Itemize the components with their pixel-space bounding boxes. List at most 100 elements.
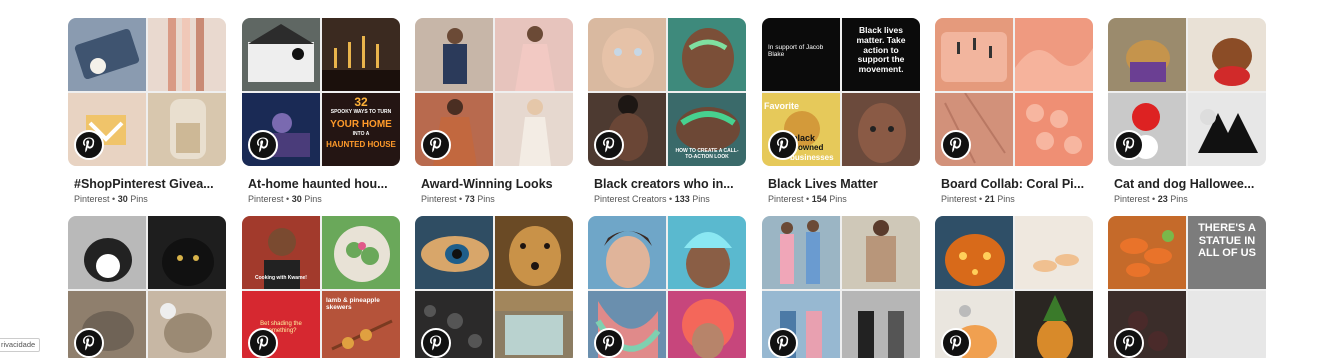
board-pin-label: Pins <box>692 194 710 204</box>
board-cover-image <box>668 216 746 289</box>
board-pin-label: Pins <box>304 194 322 204</box>
board-pin-count: 73 <box>464 194 475 204</box>
board-cover-image <box>1015 18 1093 91</box>
pinterest-logo-icon <box>941 130 971 160</box>
board-cover-image <box>668 291 746 358</box>
board-title[interactable]: At-home haunted hou... <box>242 177 400 191</box>
board-title[interactable]: #ShopPinterest Givea... <box>68 177 226 191</box>
board-cover-image <box>148 216 226 289</box>
tile-caption: 32 <box>354 95 368 109</box>
board-cover-image <box>148 291 226 358</box>
board-cover-image <box>1188 18 1266 91</box>
board-card[interactable]: Cat and dog Hallowee... Pinterest • 23 Pi… <box>1108 18 1266 204</box>
board-meta: Pinterest • 30 Pins <box>74 194 148 204</box>
board-pin-count: 23 <box>1157 194 1168 204</box>
board-card[interactable]: Board Collab: Coral Pi... Pinterest • 21 … <box>935 18 1093 204</box>
board-cover-image: THERE'S A STATUE IN ALL OF US <box>1188 216 1266 289</box>
board-card[interactable] <box>588 216 746 358</box>
tile-caption: Black lives matter. Take action to suppo… <box>856 25 906 75</box>
board-cover-image <box>1188 291 1266 358</box>
board-title[interactable]: Board Collab: Coral Pi... <box>935 177 1093 191</box>
board-cover-image <box>1108 216 1186 289</box>
board-cover[interactable] <box>588 216 746 358</box>
board-cover-image <box>495 216 573 289</box>
tile-caption: SPOOKY WAYS TO TURN <box>330 109 392 115</box>
board-card[interactable]: Cooking with Kwame! Bet shading the somet… <box>242 216 400 358</box>
board-cover-image <box>668 18 746 91</box>
board-cover[interactable] <box>68 18 226 166</box>
board-cover[interactable]: 32 SPOOKY WAYS TO TURN YOUR HOME INTO A HAUN… <box>242 18 400 166</box>
tile-caption: YOUR HOME <box>330 119 392 130</box>
board-card[interactable]: HOW TO CREATE A CALL-TO-ACTION LOOK Black… <box>588 18 746 204</box>
board-meta: Pinterest • 73 Pins <box>421 194 495 204</box>
board-card[interactable] <box>935 216 1093 358</box>
board-meta: Pinterest • 30 Pins <box>248 194 322 204</box>
board-cover-image <box>588 216 666 289</box>
board-cover-image: lamb & pineapple skewers <box>322 291 400 358</box>
board-card[interactable]: In support of Jacob Blake Black lives mat… <box>762 18 920 204</box>
board-cover-image <box>148 18 226 91</box>
pinterest-logo-icon <box>421 130 451 160</box>
board-card[interactable]: THERE'S A STATUE IN ALL OF US <box>1108 216 1266 358</box>
pinterest-logo-icon <box>768 130 798 160</box>
board-cover-image <box>322 216 400 289</box>
board-cover-image <box>1015 291 1093 358</box>
board-pin-count: 21 <box>984 194 995 204</box>
tile-caption: lamb & pineapple skewers <box>326 297 380 312</box>
board-cover-image <box>148 93 226 166</box>
board-cover-image <box>842 216 920 289</box>
board-card[interactable] <box>68 216 226 358</box>
board-owner: Pinterest <box>1114 194 1150 204</box>
board-title[interactable]: Award-Winning Looks <box>415 177 573 191</box>
privacy-link[interactable]: rivacidade <box>0 338 41 352</box>
tile-caption: THERE'S A STATUE IN ALL OF US <box>1198 222 1256 260</box>
board-pin-label: Pins <box>1170 194 1188 204</box>
pinterest-logo-icon <box>74 130 104 160</box>
board-cover[interactable] <box>935 216 1093 358</box>
board-cover-image <box>495 291 573 358</box>
board-meta: Pinterest Creators • 133 Pins <box>594 194 710 204</box>
board-title[interactable]: Black creators who in... <box>588 177 746 191</box>
board-cover-image: HOW TO CREATE A CALL-TO-ACTION LOOK <box>668 93 746 166</box>
board-card[interactable]: #ShopPinterest Givea... Pinterest • 30 Pi… <box>68 18 226 204</box>
board-cover-image <box>1108 18 1186 91</box>
board-card[interactable]: 32 SPOOKY WAYS TO TURN YOUR HOME INTO A HAUN… <box>242 18 400 204</box>
board-cover[interactable]: Cooking with Kwame! Bet shading the somet… <box>242 216 400 358</box>
pinterest-logo-icon <box>74 328 104 358</box>
board-card[interactable]: Award-Winning Looks Pinterest • 73 Pins <box>415 18 573 204</box>
board-cover-image <box>935 216 1013 289</box>
board-cover-image <box>1015 93 1093 166</box>
board-cover-image: In support of Jacob Blake <box>762 18 840 91</box>
board-card[interactable] <box>762 216 920 358</box>
board-cover-image <box>415 18 493 91</box>
board-card[interactable] <box>415 216 573 358</box>
board-cover[interactable] <box>415 18 573 166</box>
board-title[interactable]: Black Lives Matter <box>762 177 920 191</box>
board-cover-image <box>588 18 666 91</box>
board-cover[interactable]: HOW TO CREATE A CALL-TO-ACTION LOOK <box>588 18 746 166</box>
tile-caption: In support of Jacob Blake <box>768 44 824 59</box>
board-cover-image: Black lives matter. Take action to suppo… <box>842 18 920 91</box>
board-cover-image <box>68 216 146 289</box>
board-cover[interactable] <box>1108 18 1266 166</box>
board-pin-count: 30 <box>117 194 128 204</box>
board-pin-count: 154 <box>811 194 827 204</box>
board-cover[interactable] <box>935 18 1093 166</box>
board-cover[interactable] <box>68 216 226 358</box>
board-cover[interactable]: In support of Jacob Blake Black lives mat… <box>762 18 920 166</box>
board-pin-label: Pins <box>829 194 847 204</box>
board-owner: Pinterest <box>941 194 977 204</box>
board-pin-label: Pins <box>477 194 495 204</box>
board-pin-label: Pins <box>130 194 148 204</box>
board-cover-image <box>495 93 573 166</box>
pinterest-logo-icon <box>248 328 278 358</box>
board-cover[interactable] <box>415 216 573 358</box>
board-cover-image <box>842 93 920 166</box>
board-pin-count: 30 <box>291 194 302 204</box>
board-cover[interactable]: THERE'S A STATUE IN ALL OF US <box>1108 216 1266 358</box>
board-title[interactable]: Cat and dog Hallowee... <box>1108 177 1266 191</box>
tile-caption: businesses <box>790 153 834 162</box>
board-cover[interactable] <box>762 216 920 358</box>
tile-caption: owned <box>798 143 824 152</box>
board-owner: Pinterest Creators <box>594 194 667 204</box>
